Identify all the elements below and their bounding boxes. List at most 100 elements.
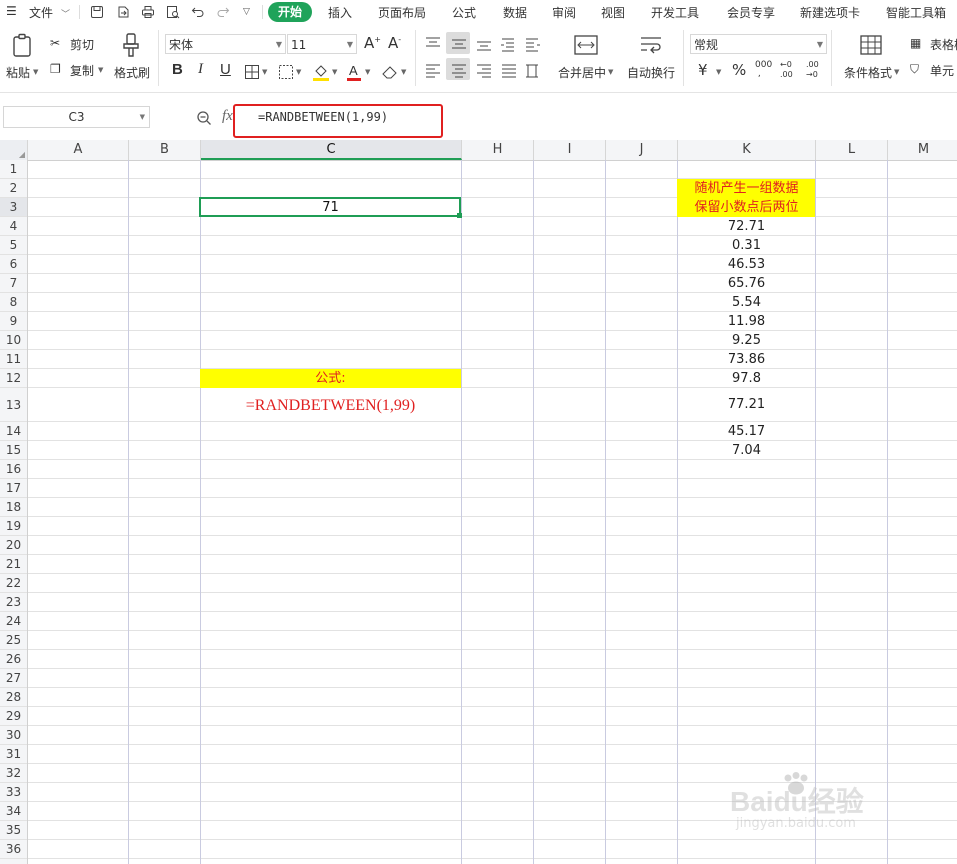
tab-developer[interactable]: 开发工具 [651,4,699,21]
row-header-12[interactable]: 12 [0,369,27,388]
column-header-b[interactable]: B [129,140,201,160]
font-size-select[interactable]: 11 ▼ [287,34,357,54]
row-header-29[interactable]: 29 [0,707,27,726]
column-header-l[interactable]: L [816,140,888,160]
row-header-1[interactable]: 1 [0,160,27,179]
paste-icon[interactable] [10,32,36,58]
chevron-down-icon[interactable]: ▼ [33,68,38,76]
column-header-m[interactable]: M [888,140,957,160]
row-header-3[interactable]: 3 [0,198,27,217]
undo-icon[interactable] [191,5,205,19]
name-box[interactable]: C3 ▼ [3,106,150,128]
print-icon[interactable] [141,5,155,19]
conditional-format-icon[interactable] [859,34,883,56]
merge-center-button[interactable]: 合并居中 [558,64,606,81]
column-header-c[interactable]: C [201,140,462,160]
italic-button[interactable]: I [198,61,203,78]
tab-review[interactable]: 审阅 [552,4,576,21]
chevron-down-icon[interactable]: ﹀ [61,7,70,20]
currency-button[interactable]: ¥ [698,61,708,79]
row-header-2[interactable]: 2 [0,179,27,198]
row-header-20[interactable]: 20 [0,536,27,555]
format-painter-icon[interactable] [120,32,142,58]
row-header-4[interactable]: 4 [0,217,27,236]
column-header-i[interactable]: I [534,140,606,160]
cut-button[interactable]: 剪切 [70,36,94,53]
increase-font-icon[interactable]: A+ [364,34,381,52]
chevron-down-icon[interactable]: ▼ [608,68,613,76]
row-header-5[interactable]: 5 [0,236,27,255]
cell-style-button[interactable]: 单元 [930,62,954,79]
row-header-8[interactable]: 8 [0,293,27,312]
paste-button[interactable]: 粘贴 [6,64,30,81]
fill-color-icon[interactable] [312,62,330,82]
horizontal-align-icons[interactable] [424,62,544,78]
chevron-down-icon[interactable]: ▼ [401,68,406,76]
row-header-17[interactable]: 17 [0,479,27,498]
column-header-j[interactable]: J [606,140,678,160]
chevron-down-icon[interactable]: ▼ [296,68,301,76]
merge-cells-icon[interactable] [573,34,599,56]
tab-formulas[interactable]: 公式 [452,4,476,21]
increase-decimal-icon[interactable]: ←0.00 [780,60,793,80]
chevron-down-icon[interactable]: ▼ [98,66,103,74]
row-header-32[interactable]: 32 [0,764,27,783]
wrap-text-icon[interactable] [638,34,664,56]
zoom-icon[interactable] [196,110,212,126]
tab-page-layout[interactable]: 页面布局 [378,4,426,21]
vertical-align-icons[interactable] [424,36,544,52]
row-header-22[interactable]: 22 [0,574,27,593]
copy-icon[interactable]: ❐ [50,62,61,76]
cell-style-icon[interactable]: ⛉ [910,62,919,77]
tab-home[interactable]: 开始 [268,2,312,22]
font-name-select[interactable]: 宋体 ▼ [165,34,286,54]
row-header-33[interactable]: 33 [0,783,27,802]
chevron-down-icon[interactable]: ▼ [262,68,267,76]
number-format-select[interactable]: 常规 ▼ [690,34,827,54]
row-header-19[interactable]: 19 [0,517,27,536]
bold-button[interactable]: B [172,61,183,78]
row-header-21[interactable]: 21 [0,555,27,574]
fx-icon[interactable]: fx [222,108,233,125]
row-header-31[interactable]: 31 [0,745,27,764]
underline-button[interactable]: U [220,61,231,78]
scissors-icon[interactable]: ✂ [50,36,60,50]
customize-toolbar-icon[interactable]: ▽ [243,7,250,17]
column-header-a[interactable]: A [28,140,129,160]
column-header-k[interactable]: K [678,140,816,160]
row-header-35[interactable]: 35 [0,821,27,840]
row-header-30[interactable]: 30 [0,726,27,745]
tab-smart-toolbox[interactable]: 智能工具箱 [886,4,946,21]
select-all-corner[interactable]: ◢ [0,140,28,160]
row-header-13[interactable]: 13 [0,388,27,422]
tab-data[interactable]: 数据 [503,4,527,21]
row-header-16[interactable]: 16 [0,460,27,479]
row-header-28[interactable]: 28 [0,688,27,707]
table-style-icon[interactable]: ▦ [910,36,921,50]
row-header-25[interactable]: 25 [0,631,27,650]
row-header-11[interactable]: 11 [0,350,27,369]
chevron-down-icon[interactable]: ▼ [716,68,721,76]
copy-button[interactable]: 复制 [70,62,94,79]
chevron-down-icon[interactable]: ▼ [365,68,370,76]
chevron-down-icon[interactable]: ▼ [332,68,337,76]
row-header-14[interactable]: 14 [0,422,27,441]
thousands-separator-icon[interactable]: 000 , [755,61,772,79]
row-header-26[interactable]: 26 [0,650,27,669]
save-icon[interactable] [90,5,104,19]
hamburger-icon[interactable]: ☰ [6,4,17,18]
row-header-10[interactable]: 10 [0,331,27,350]
row-header-7[interactable]: 7 [0,274,27,293]
row-header-34[interactable]: 34 [0,802,27,821]
fill-pattern-icon[interactable] [278,64,294,80]
row-header-27[interactable]: 27 [0,669,27,688]
row-header-18[interactable]: 18 [0,498,27,517]
format-painter-button[interactable]: 格式刷 [114,64,150,81]
row-header-36[interactable]: 36 [0,840,27,859]
row-header-6[interactable]: 6 [0,255,27,274]
chevron-down-icon[interactable]: ▼ [894,68,899,76]
redo-icon[interactable] [216,5,230,19]
export-icon[interactable] [116,5,130,19]
borders-icon[interactable] [244,64,260,80]
decrease-decimal-icon[interactable]: .00 →0 [806,60,819,80]
